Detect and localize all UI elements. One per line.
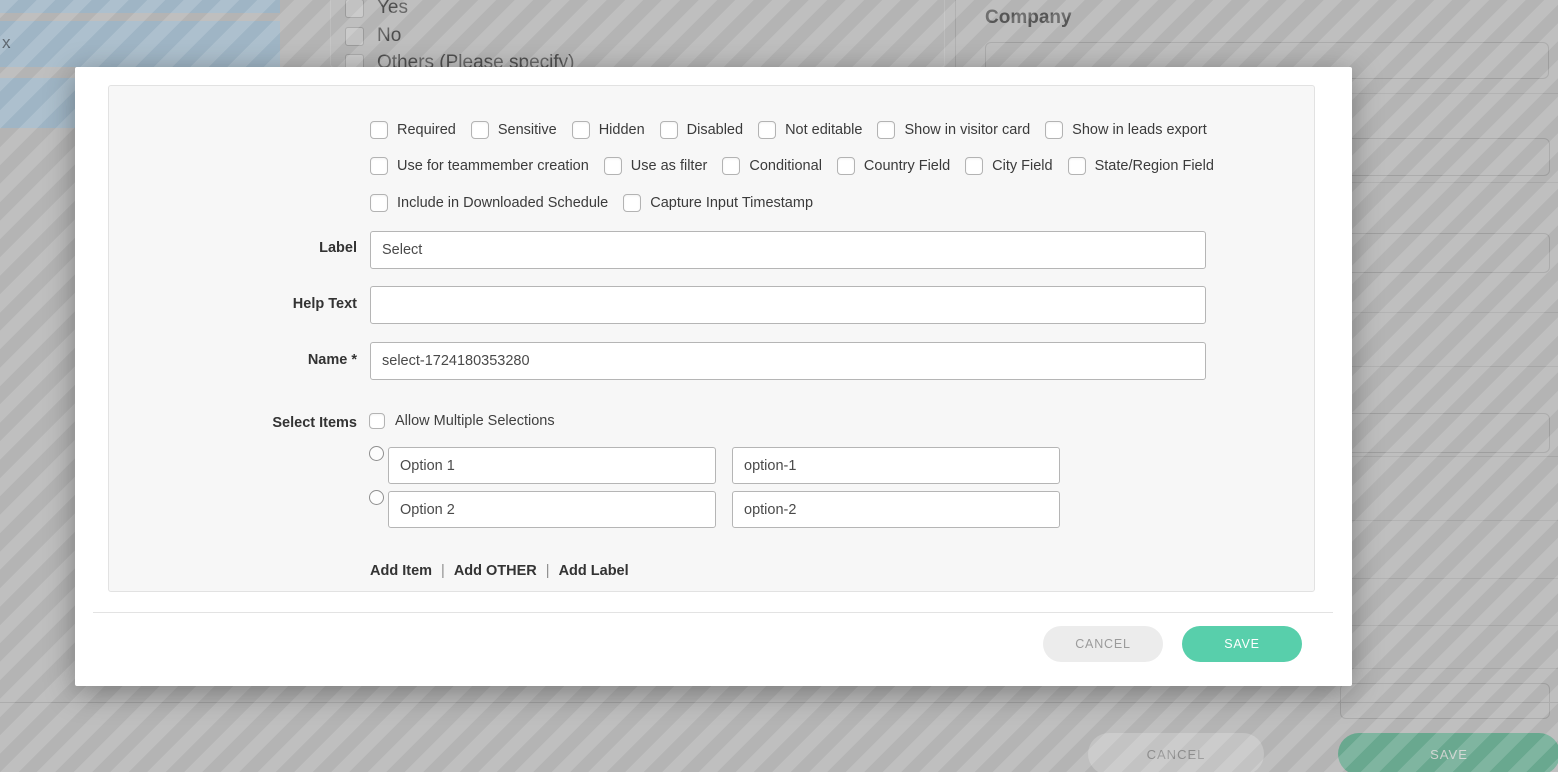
checkbox[interactable] <box>623 194 641 212</box>
option-label: Yes <box>377 0 408 19</box>
section-separator <box>1352 668 1558 669</box>
allow-multiple-selections-checkbox[interactable]: Allow Multiple Selections <box>369 413 555 429</box>
section-separator <box>1352 312 1558 313</box>
form-input <box>1340 233 1550 273</box>
option-row-no: No <box>345 25 401 47</box>
page-save-button: SAVE <box>1338 733 1558 772</box>
flag-required[interactable]: Required <box>370 121 456 139</box>
checkbox[interactable] <box>1068 157 1086 175</box>
section-separator <box>1352 456 1558 457</box>
field-settings-panel: Required Sensitive Hidden Disabled Not e… <box>108 85 1315 592</box>
flag-sensitive[interactable]: Sensitive <box>471 121 557 139</box>
form-input <box>1340 683 1550 719</box>
checkbox <box>345 0 364 18</box>
option-row-yes: Yes <box>345 0 408 19</box>
add-label-link[interactable]: Add Label <box>559 563 629 579</box>
option-2-label-input[interactable] <box>388 491 716 528</box>
name-field-label: Name * <box>109 352 357 368</box>
form-input <box>1340 413 1550 453</box>
add-other-link[interactable]: Add OTHER <box>454 563 537 579</box>
checkbox[interactable] <box>722 157 740 175</box>
checkbox[interactable] <box>1045 121 1063 139</box>
screen: x Yes No Others (Please specify) Company <box>0 0 1558 772</box>
flag-disabled[interactable]: Disabled <box>660 121 743 139</box>
checkbox[interactable] <box>370 121 388 139</box>
flag-not-editable[interactable]: Not editable <box>758 121 862 139</box>
section-separator <box>1352 578 1558 579</box>
option-2-value-input[interactable] <box>732 491 1060 528</box>
section-separator <box>1352 625 1558 626</box>
separator: | <box>441 563 445 579</box>
company-field-label: Company <box>985 7 1072 29</box>
option-1-label-input[interactable] <box>388 447 716 484</box>
section-separator <box>1352 520 1558 521</box>
flag-show-in-visitor-card[interactable]: Show in visitor card <box>877 121 1030 139</box>
field-list-item-selected: x <box>0 21 280 67</box>
section-separator <box>1352 366 1558 367</box>
remove-field-label: x <box>2 33 11 53</box>
form-input <box>1340 138 1550 176</box>
field-list-item <box>0 0 280 13</box>
option-2-radio[interactable] <box>369 490 384 505</box>
flag-state-region-field[interactable]: State/Region Field <box>1068 157 1214 175</box>
modal-footer-divider <box>93 612 1333 613</box>
flag-country-field[interactable]: Country Field <box>837 157 950 175</box>
checkbox[interactable] <box>370 157 388 175</box>
option-label: No <box>377 25 401 47</box>
label-field-label: Label <box>109 240 357 256</box>
checkbox[interactable] <box>471 121 489 139</box>
flag-use-for-teammember-creation[interactable]: Use for teammember creation <box>370 157 589 175</box>
flag-row-2: Use for teammember creation Use as filte… <box>370 157 1214 175</box>
checkbox[interactable] <box>572 121 590 139</box>
footer-separator <box>0 702 1558 703</box>
flag-row-1: Required Sensitive Hidden Disabled Not e… <box>370 121 1207 139</box>
item-actions: Add Item | Add OTHER | Add Label <box>370 563 629 579</box>
checkbox[interactable] <box>370 194 388 212</box>
help-text-field-label: Help Text <box>109 296 357 312</box>
separator: | <box>546 563 550 579</box>
label-input[interactable] <box>370 231 1206 269</box>
checkbox[interactable] <box>965 157 983 175</box>
checkbox[interactable] <box>837 157 855 175</box>
flag-row-3: Include in Downloaded Schedule Capture I… <box>370 194 813 212</box>
flag-conditional[interactable]: Conditional <box>722 157 822 175</box>
help-text-input[interactable] <box>370 286 1206 324</box>
cancel-button[interactable]: CANCEL <box>1043 626 1163 662</box>
flag-city-field[interactable]: City Field <box>965 157 1052 175</box>
flag-include-in-downloaded-schedule[interactable]: Include in Downloaded Schedule <box>370 194 608 212</box>
checkbox[interactable] <box>758 121 776 139</box>
option-1-value-input[interactable] <box>732 447 1060 484</box>
field-settings-modal: Required Sensitive Hidden Disabled Not e… <box>75 67 1352 686</box>
checkbox[interactable] <box>877 121 895 139</box>
checkbox[interactable] <box>604 157 622 175</box>
select-items-label: Select Items <box>109 415 357 431</box>
checkbox <box>345 27 364 46</box>
option-1-radio[interactable] <box>369 446 384 461</box>
add-item-link[interactable]: Add Item <box>370 563 432 579</box>
flag-hidden[interactable]: Hidden <box>572 121 645 139</box>
checkbox[interactable] <box>369 413 385 429</box>
name-input[interactable] <box>370 342 1206 380</box>
save-button[interactable]: SAVE <box>1182 626 1302 662</box>
checkbox[interactable] <box>660 121 678 139</box>
flag-use-as-filter[interactable]: Use as filter <box>604 157 708 175</box>
section-separator <box>1352 182 1558 183</box>
page-cancel-button: CANCEL <box>1088 733 1264 772</box>
flag-show-in-leads-export[interactable]: Show in leads export <box>1045 121 1207 139</box>
flag-capture-input-timestamp[interactable]: Capture Input Timestamp <box>623 194 813 212</box>
